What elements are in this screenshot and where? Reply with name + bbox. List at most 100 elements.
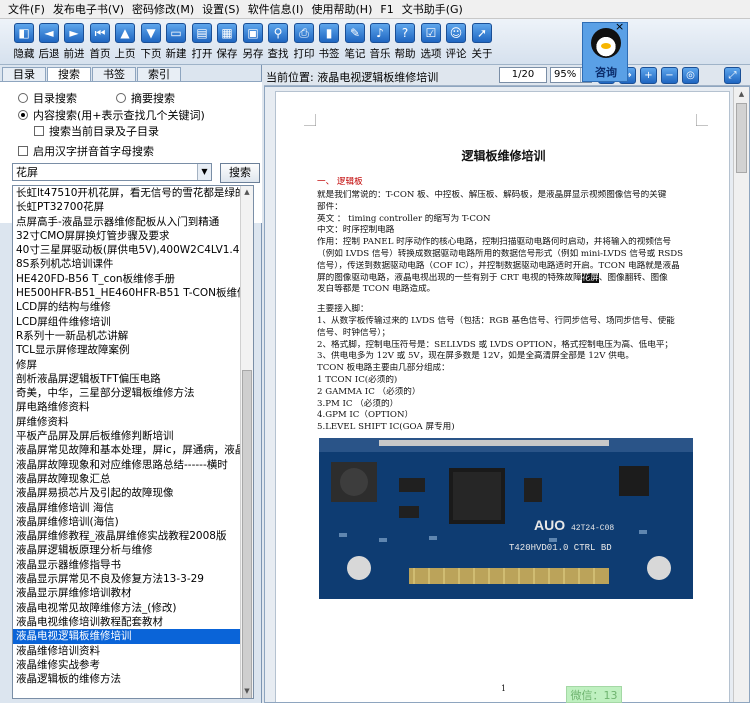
menu-settings[interactable]: 设置(S) [198,1,244,17]
board-code-text: 42T24-C08 [571,524,614,533]
document-line: 2、格式脚，控制电压符号是：SELLVDS 或 LVDS OPTION，格式控制… [317,339,674,350]
list-item[interactable]: 平板产品屏及屏后板维修判断培训 [13,429,241,443]
checkbox-pinyin-search[interactable]: 启用汉字拼音首字母搜索 [18,143,154,159]
document-line: TCON 板电路主要由几部分组成： [317,363,450,374]
find-icon: ⚲ [268,23,288,43]
list-item[interactable]: 奇美，中华，三星部分逻辑板维修方法 [13,386,241,400]
document-line: 部件： [317,201,343,212]
back-arrow-icon: ◄ [39,23,59,43]
page-corner-mark [696,114,708,126]
list-item[interactable]: 液晶显示屏常见不良及修复方法13-3-29 [13,572,241,586]
radio-button[interactable] [18,93,28,103]
list-item[interactable]: 40寸三星屏驱动板(屏供电5V),400W2C4LV1.4 [13,243,241,257]
menu-software-info[interactable]: 软件信息(I) [244,1,308,17]
document-scrollbar[interactable]: ▲ [733,87,749,702]
search-input[interactable]: 花屏 ▼ [12,163,212,181]
list-item[interactable]: 液晶电视维修培训教程配套教材 [13,615,241,629]
list-item[interactable]: 剖析液晶屏逻辑板TFT偏压电路 [13,372,241,386]
radio-catalog-search[interactable]: 目录搜索 [18,90,77,106]
menu-f1[interactable]: F1 [376,3,397,16]
scroll-up-icon[interactable]: ▲ [241,186,253,198]
document-line: 1、从数字板传输过来的 LVDS 信号（包括：RGB 基色信号、行同步信号、场同… [317,316,675,326]
list-item[interactable]: 液晶显示屏维修培训教材 [13,586,241,600]
radio-button-selected[interactable] [18,110,28,120]
toolbar-button-18[interactable]: ➚ 关于 [469,22,495,63]
list-item[interactable]: TCL显示屏修理故障案例 [13,343,241,357]
document-viewer[interactable]: 逻辑板维修培训 一、 逻辑板 AUO 42T24-C08 T420HVD01.0… [264,86,750,703]
zoom-out-icon[interactable]: − [661,67,678,84]
next-page-icon: ▼ [141,23,161,43]
menu-publish-ebook[interactable]: 发布电子书(V) [49,1,128,17]
left-tabs: 目录 搜索 书签 索引 [2,67,182,81]
checkbox[interactable] [18,146,28,156]
list-item[interactable]: 点屏高手-液晶显示器维修配板从入门到精通 [13,215,241,229]
list-item[interactable]: 液晶屏维修教程_液晶屏维修实战教程2008版 [13,529,241,543]
menu-writing-assistant[interactable]: 文书助手(G) [398,1,467,17]
checkbox-search-current-dir[interactable]: 搜索当前目录及子目录 [34,123,159,139]
qq-consult-label: 咨询 [595,66,617,79]
results-scrollbar[interactable]: ▲ ▼ [240,186,253,698]
expand-icon[interactable]: ⤢ [724,67,741,84]
board-logo-text: AUO [534,517,565,533]
list-item[interactable]: 液晶维修实战参考 [13,658,241,672]
chevron-down-icon[interactable]: ▼ [197,164,211,180]
document-line: 1 TCON IC(必须的) [317,375,398,385]
zoom-actual-size-icon[interactable]: ◎ [682,67,699,84]
qq-close-icon[interactable]: × [615,20,624,33]
list-item[interactable]: 长虹lt47510开机花屏，看无信号的雪花都是绿的 [13,186,241,200]
list-item[interactable]: 液晶屏逻辑板原理分析与维修 [13,543,241,557]
list-item[interactable]: HE500HFR-B51_HE460HFR-B51 T-CON板维修手册 [13,286,241,300]
list-item[interactable]: 液晶逻辑板的维修方法 [13,672,241,686]
list-item[interactable]: HE420FD-B56 T_con板维修手册 [13,272,241,286]
list-item[interactable]: 液晶屏故障现象汇总 [13,472,241,486]
page-indicator[interactable]: 1/20 [499,67,547,83]
list-item[interactable]: 32寸CMO屏屏换灯管步骤及要求 [13,229,241,243]
list-item[interactable]: 液晶屏常见故障和基本处理，屏ic，屏通病，液晶 [13,443,241,457]
search-button[interactable]: 搜索 [220,163,260,183]
list-item[interactable]: LCD屏组件维修培训 [13,315,241,329]
list-item[interactable]: 液晶屏维修培训 海信 [13,501,241,515]
search-results-list: 长虹lt47510开机花屏，看无信号的雪花都是绿的 长虹PT32700花屏 点屏高手… [12,185,254,699]
about-cursor-icon: ➚ [472,23,492,43]
document-line: 5.LEVEL SHIFT IC(GOA 屏专用) [317,422,455,433]
menu-help[interactable]: 使用帮助(H) [308,1,377,17]
menu-file[interactable]: 文件(F) [4,1,49,17]
page-corner-mark [304,114,316,126]
list-item[interactable]: 液晶屏维修培训(海信) [13,515,241,529]
list-item-selected[interactable]: 液晶电视逻辑板维修培训 [13,629,241,644]
list-item[interactable]: 长虹PT32700花屏 [13,200,241,214]
list-item[interactable]: R系列十一新品机芯讲解 [13,329,241,343]
tab-catalog[interactable]: 目录 [2,67,46,81]
tab-index[interactable]: 索引 [137,67,181,81]
scroll-down-icon[interactable]: ▼ [241,685,253,697]
tab-bookmarks[interactable]: 书签 [92,67,136,81]
scrollbar-thumb[interactable] [242,370,252,698]
list-item[interactable]: 8S系列机芯培训课件 [13,257,241,271]
toolbar-button-label: 关于 [471,48,493,60]
list-item[interactable]: 修屏 [13,358,241,372]
list-item[interactable]: 屏电路维修资料 [13,400,241,414]
list-item[interactable]: 液晶屏易损芯片及引起的故障现像 [13,486,241,500]
checkbox[interactable] [34,126,44,136]
prev-page-icon: ▲ [115,23,135,43]
zoom-in-icon[interactable]: + [640,67,657,84]
scrollbar-thumb[interactable] [736,103,747,173]
document-line: 主要接入脚： [317,304,369,315]
radio-button[interactable] [116,93,126,103]
tab-search[interactable]: 搜索 [47,67,91,81]
menu-password[interactable]: 密码修改(M) [128,1,198,17]
list-item[interactable]: 液晶电视常见故障维修方法_(修改) [13,601,241,615]
list-item[interactable]: LCD屏的结构与维修 [13,300,241,314]
list-item[interactable]: 屏维修资料 [13,415,241,429]
document-line: 3.PM IC （必须的） [317,398,399,409]
list-item[interactable]: 液晶维修培训资料 [13,644,241,658]
wechat-badge: 微信：13 [566,686,622,703]
viewer-toolbar: 当前位置: 液晶电视逻辑板维修培训 1/20 95% ▼ ↕ ↔ + − ◎ ⤢ [264,66,750,86]
radio-summary-search[interactable]: 摘要搜索 [116,90,175,106]
document-line: 3、供电电多为 12V 或 5V，现在屏多数是 12V，如是全高清屏全部是 12… [317,351,634,362]
list-item[interactable]: 液晶屏故障现象和对应维修思路总结------横时 [13,458,241,472]
list-item[interactable]: 液晶显示器维修指导书 [13,558,241,572]
radio-content-search[interactable]: 内容搜索(用+表示查找几个关键词) [18,107,205,123]
document-line: 4.GPM IC（OPTION） [317,410,414,421]
scroll-up-icon[interactable]: ▲ [735,88,748,101]
